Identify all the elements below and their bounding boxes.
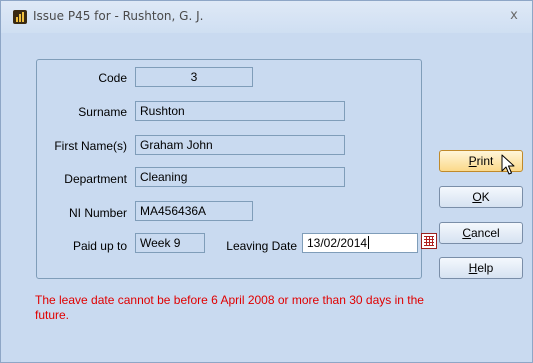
surname-field[interactable]: Rushton [135,101,345,121]
cancel-button[interactable]: Cancel [439,222,523,244]
validation-error: The leave date cannot be before 6 April … [35,293,424,322]
first-names-field[interactable]: Graham John [135,135,345,155]
ok-button[interactable]: OK [439,186,523,208]
mouse-pointer-icon [501,154,515,175]
department-field[interactable]: Cleaning [135,167,345,187]
title-bar: Issue P45 for - Rushton, G. J. x [1,1,532,33]
department-label: Department [64,172,127,186]
p45-dialog: Issue P45 for - Rushton, G. J. x Code 3 … [0,0,533,363]
leaving-date-field[interactable]: 13/02/2014 [302,233,418,253]
code-label: Code [98,71,127,85]
leaving-date-value: 13/02/2014 [307,236,368,250]
window-title: Issue P45 for - Rushton, G. J. [33,9,204,23]
close-icon[interactable]: x [506,7,522,25]
text-caret [368,236,370,249]
ni-number-field[interactable]: MA456436A [135,201,253,221]
code-field[interactable]: 3 [135,67,253,87]
surname-label: Surname [78,105,127,119]
ni-number-label: NI Number [68,206,127,220]
first-names-label: First Name(s) [54,139,127,153]
paid-up-to-field[interactable]: Week 9 [135,233,205,253]
paid-up-to-label: Paid up to [72,239,127,253]
leaving-date-label: Leaving Date [226,239,297,253]
app-icon [13,10,27,24]
help-button[interactable]: Help [439,257,523,279]
calendar-icon[interactable] [421,233,437,249]
